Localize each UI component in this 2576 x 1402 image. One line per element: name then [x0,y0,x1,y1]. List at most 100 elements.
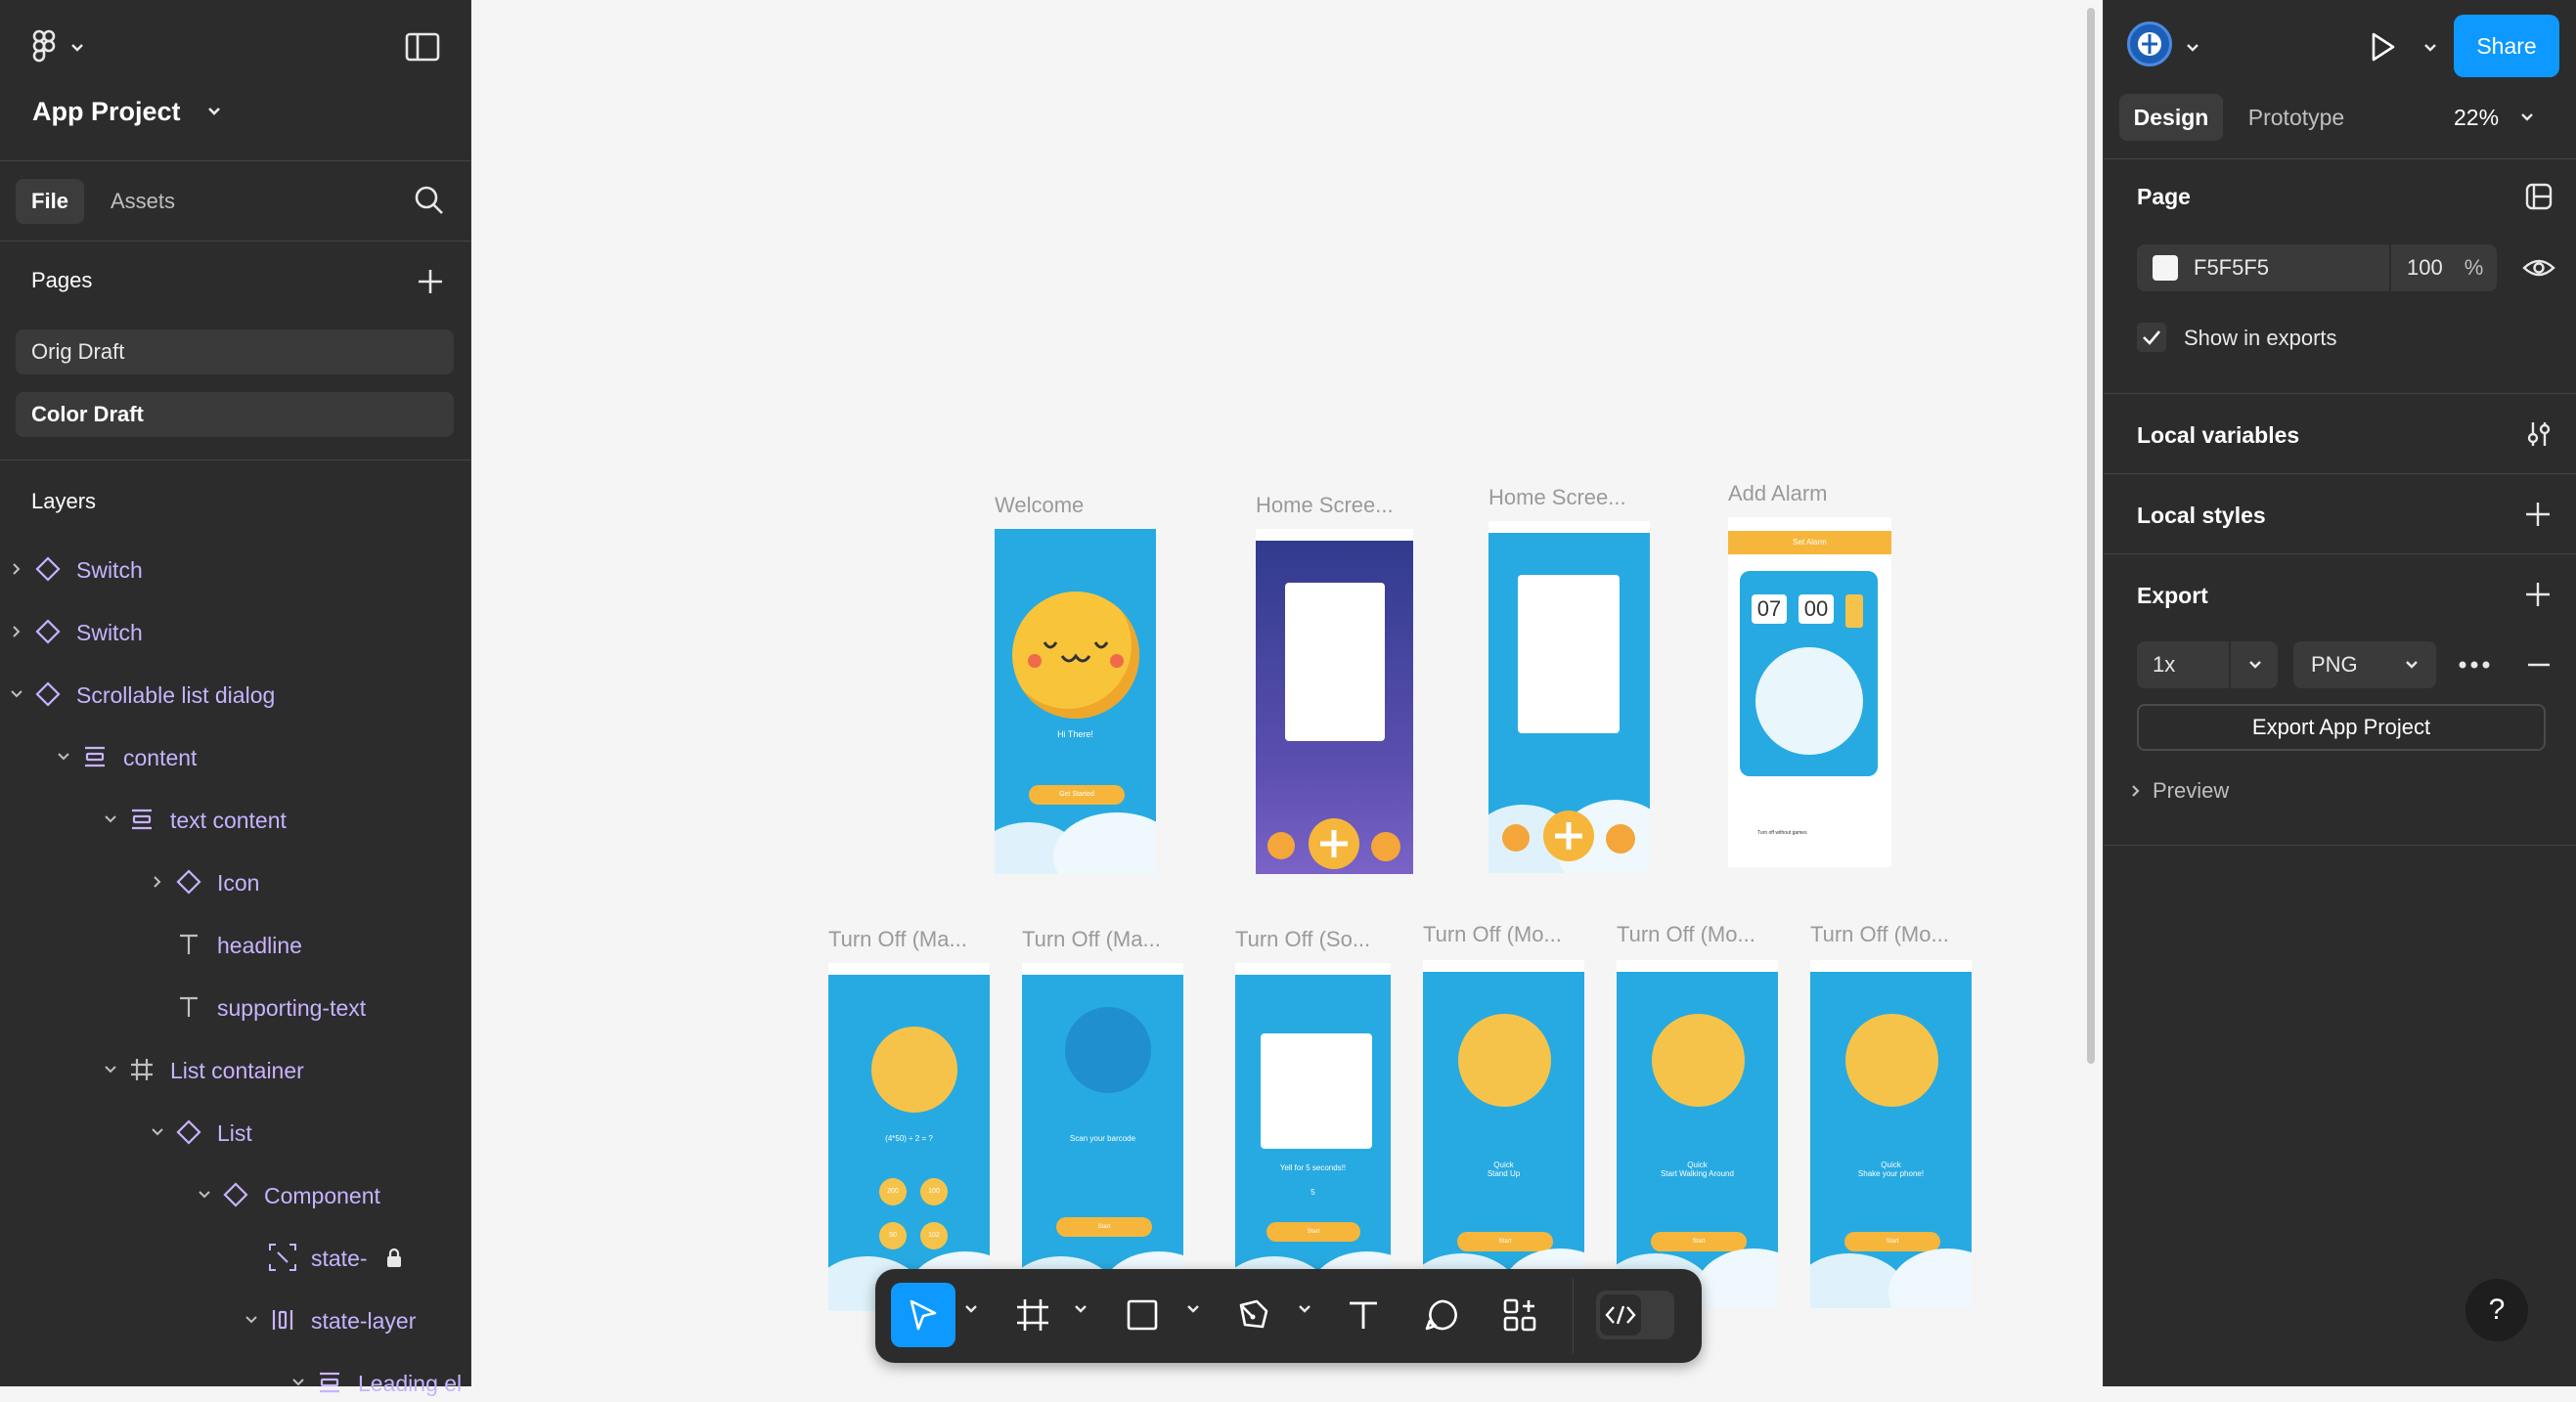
export-format-select[interactable]: PNG [2293,641,2436,688]
layer-state[interactable]: state- [0,1238,471,1277]
frame-turn-off-math[interactable]: (4*50) ÷ 2 = ? 200 100 50 102 [828,963,990,1311]
tab-design[interactable]: Design [2119,94,2223,141]
tab-prototype[interactable]: Prototype [2233,94,2360,141]
share-button[interactable]: Share [2454,15,2559,77]
add-alarm-button[interactable] [1309,818,1359,869]
layer-headline[interactable]: headline [0,925,471,964]
help-button[interactable]: ? [2465,1279,2528,1341]
frame-label-turn-off-motion-1[interactable]: Turn Off (Mo... [1423,922,1562,947]
add-export-icon[interactable] [2524,581,2552,608]
sidebar-toggle-icon[interactable] [405,32,440,62]
page-color-field[interactable]: F5F5F5 [2137,244,2389,291]
layer-supporting-text[interactable]: supporting-text [0,987,471,1027]
page-color-swatch[interactable] [2153,255,2178,281]
chevron-down-icon[interactable] [1298,1304,1311,1314]
layer-list-container[interactable]: List container [0,1050,471,1089]
frame-label-home-screen-1[interactable]: Home Scree... [1256,493,1394,518]
answer-option[interactable]: 200 [879,1178,907,1205]
am-pm-toggle[interactable] [1845,594,1863,628]
layer-scrollable-list-dialog[interactable]: Scrollable list dialog [0,675,471,714]
text-tool[interactable] [1331,1283,1396,1347]
main-menu-button[interactable] [27,27,88,66]
alarm-minute[interactable]: 00 [1799,594,1834,624]
show-in-exports-checkbox[interactable] [2137,323,2166,352]
chevron-down-icon[interactable] [198,1190,211,1200]
actions-tool[interactable] [1488,1283,1552,1347]
page-item-orig-draft[interactable]: Orig Draft [16,329,454,374]
settings-button[interactable] [1606,824,1635,854]
sliders-icon[interactable] [2524,419,2554,449]
layer-text-content[interactable]: text content [0,800,471,839]
layer-leading-element[interactable]: Leading el [0,1363,471,1402]
calendar-button[interactable] [1267,832,1295,859]
pen-tool[interactable] [1221,1283,1285,1347]
layer-list[interactable]: List [0,1113,471,1152]
settings-button[interactable] [1371,832,1400,861]
move-tool[interactable] [891,1283,955,1347]
frame-turn-off-motion-walk[interactable]: Quick Start Walking Around Start [1617,960,1778,1308]
dev-mode-toggle[interactable] [1596,1291,1674,1339]
start-button[interactable]: Start [1844,1232,1940,1251]
chevron-down-icon[interactable] [10,689,23,699]
layer-content[interactable]: content [0,737,471,776]
add-alarm-button[interactable] [1543,811,1594,861]
frame-label-turn-off-motion-2[interactable]: Turn Off (Mo... [1617,922,1755,947]
frame-home-screen-night[interactable] [1256,529,1413,874]
chevron-down-icon[interactable] [244,1315,258,1325]
frame-tool[interactable] [1000,1283,1065,1347]
answer-option[interactable]: 102 [920,1222,948,1249]
page-item-color-draft[interactable]: Color Draft [16,392,454,437]
tab-file[interactable]: File [16,179,84,224]
chevron-down-icon[interactable] [57,752,70,762]
layer-component[interactable]: Component [0,1175,471,1214]
start-button[interactable]: Start [1457,1232,1553,1251]
zoom-control[interactable]: 22% [2454,94,2561,141]
remove-export-icon[interactable] [2526,662,2552,668]
frame-label-turn-off-scan[interactable]: Turn Off (Ma... [1022,927,1161,952]
layer-switch[interactable]: Switch [0,549,471,589]
chevron-right-icon[interactable] [12,562,22,576]
layer-state-layer[interactable]: state-layer [0,1300,471,1339]
canvas-scrollbar[interactable] [2087,8,2095,1064]
eye-icon[interactable] [2522,256,2555,280]
frame-label-turn-off-sound[interactable]: Turn Off (So... [1235,927,1370,952]
preview-toggle[interactable]: Preview [2131,774,2229,808]
chevron-right-icon[interactable] [153,875,162,889]
canvas[interactable]: Welcome Home Scree... Home Scree... Add … [471,0,2103,1386]
frame-label-add-alarm[interactable]: Add Alarm [1728,481,1828,506]
frame-add-alarm[interactable]: Set Alarm 07 00 Turn off without games [1728,517,1891,867]
layer-switch[interactable]: Switch [0,612,471,651]
project-name-button[interactable]: App Project [32,92,222,131]
chevron-right-icon[interactable] [12,625,22,638]
answer-option[interactable]: 50 [879,1222,907,1249]
alarm-hour[interactable]: 07 [1752,594,1787,624]
chevron-down-icon[interactable] [2423,43,2437,53]
export-button[interactable]: Export App Project [2137,704,2546,751]
shape-tool[interactable] [1110,1283,1175,1347]
answer-option[interactable]: 100 [920,1178,948,1205]
more-options-icon[interactable] [2458,660,2491,670]
calendar-button[interactable] [1502,824,1530,852]
local-variables-label[interactable]: Local variables [2137,422,2299,449]
frame-turn-off-sound[interactable]: Yell for 5 seconds!! 5 Start [1235,963,1391,1311]
chevron-down-icon[interactable] [2186,43,2199,53]
start-button[interactable]: Start [1266,1222,1360,1242]
add-page-icon[interactable] [417,268,444,295]
frame-welcome[interactable]: Hi There! Get Started [995,529,1156,874]
layer-icon[interactable]: Icon [0,862,471,901]
user-avatar[interactable] [2127,22,2172,66]
frame-turn-off-scan[interactable]: Scan your barcode Start [1022,963,1183,1311]
search-icon[interactable] [413,184,446,217]
frame-label-turn-off-math[interactable]: Turn Off (Ma... [828,927,967,952]
frame-turn-off-motion-stand[interactable]: Quick Stand Up Start [1423,960,1584,1308]
tab-assets[interactable]: Assets [94,179,192,224]
frame-home-screen-day[interactable] [1488,521,1650,873]
chevron-down-icon[interactable] [104,814,117,824]
frame-label-welcome[interactable]: Welcome [995,493,1084,518]
start-button[interactable]: Start [1651,1232,1747,1251]
chevron-down-icon[interactable] [104,1065,117,1074]
frame-turn-off-motion-shake[interactable]: Quick Shake your phone! Start [1810,960,1972,1308]
page-opacity-field[interactable]: 100 % [2391,244,2497,291]
export-scale-select[interactable]: 1x [2137,641,2278,688]
frame-label-home-screen-2[interactable]: Home Scree... [1488,485,1626,510]
